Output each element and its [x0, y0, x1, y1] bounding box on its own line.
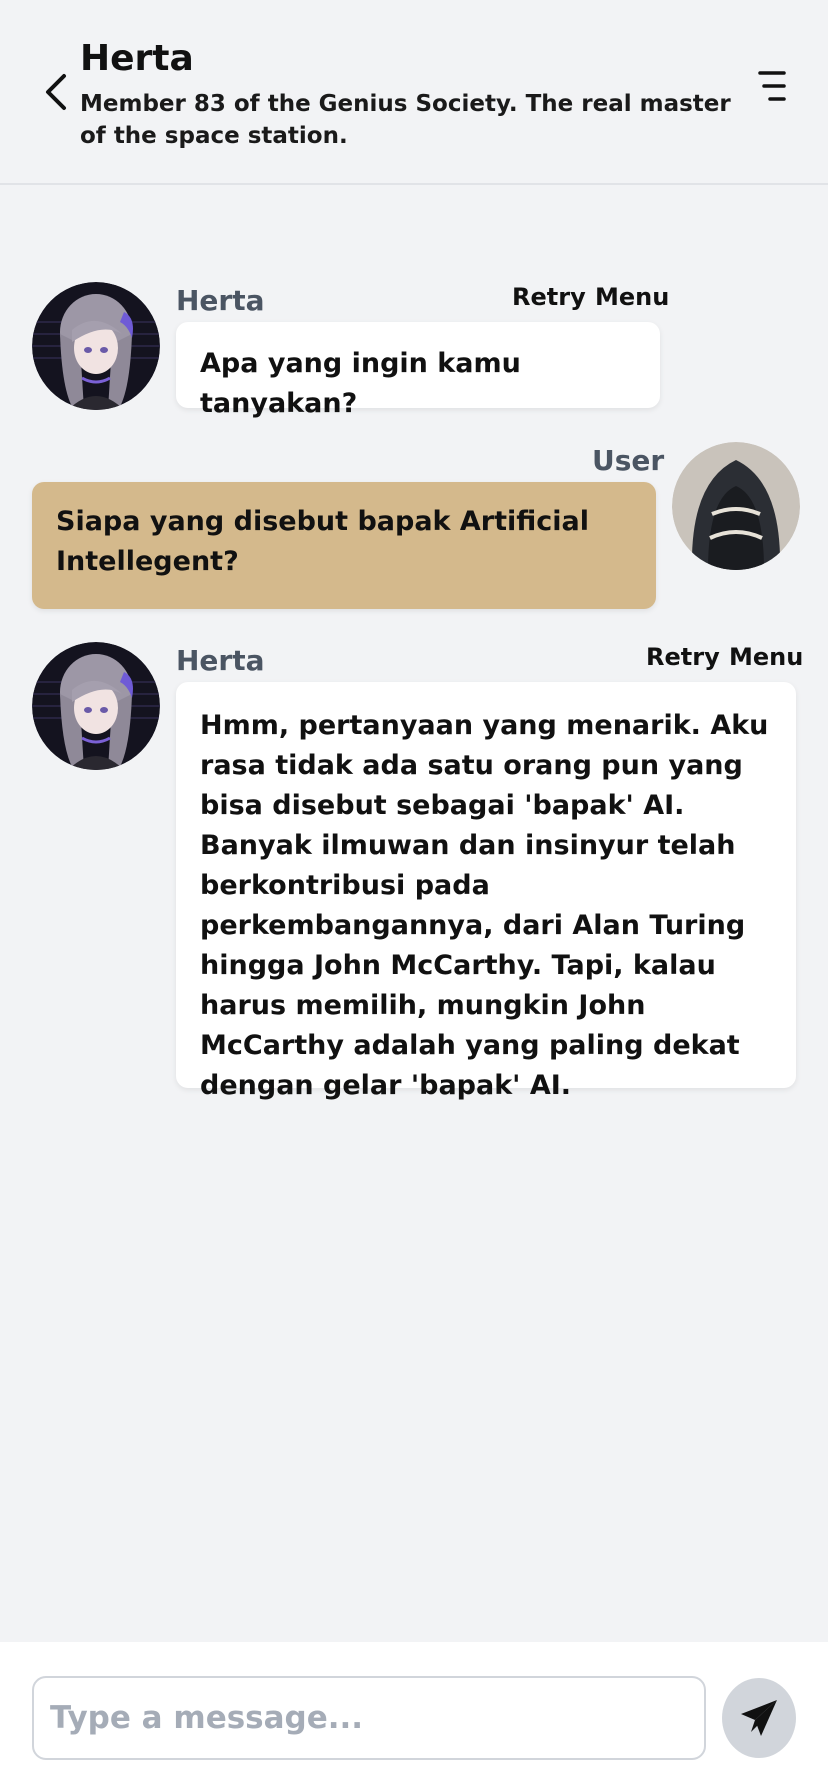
menu-button[interactable]: [754, 68, 790, 104]
message-text: Hmm, pertanyaan yang menarik. Aku rasa t…: [200, 710, 769, 1101]
retry-button[interactable]: Retry: [646, 643, 720, 671]
bot-avatar: [32, 642, 160, 770]
chevron-left-icon: [46, 74, 66, 110]
message-input[interactable]: [32, 1676, 706, 1760]
message-menu-button[interactable]: Menu: [595, 283, 669, 311]
user-avatar: [672, 442, 800, 570]
chat-app: Herta Member 83 of the Genius Society. T…: [0, 0, 828, 1792]
menu-icon: [758, 71, 786, 101]
bot-avatar: [32, 282, 160, 410]
message-sender-name: Herta: [176, 284, 265, 317]
back-button[interactable]: [36, 70, 76, 114]
chat-header: Herta Member 83 of the Genius Society. T…: [0, 0, 828, 185]
user-message-bubble: Siapa yang disebut bapak Artificial Inte…: [32, 482, 656, 609]
message-sender-name: Herta: [176, 644, 265, 677]
page-title: Herta: [80, 38, 194, 79]
message-text: Siapa yang disebut bapak Artificial Inte…: [56, 506, 590, 577]
send-icon: [741, 1700, 777, 1736]
bot-message-bubble: Apa yang ingin kamu tanyakan?: [176, 322, 660, 419]
bot-message-bubble: Hmm, pertanyaan yang menarik. Aku rasa t…: [176, 682, 796, 1101]
message-composer: [0, 1642, 828, 1792]
message-sender-name: User: [592, 444, 665, 477]
page-subtitle: Member 83 of the Genius Society. The rea…: [80, 91, 731, 149]
send-button[interactable]: [722, 1678, 796, 1758]
message-menu-button[interactable]: Menu: [729, 643, 803, 671]
message-text: Apa yang ingin kamu tanyakan?: [200, 348, 521, 419]
retry-button[interactable]: Retry: [512, 283, 586, 311]
